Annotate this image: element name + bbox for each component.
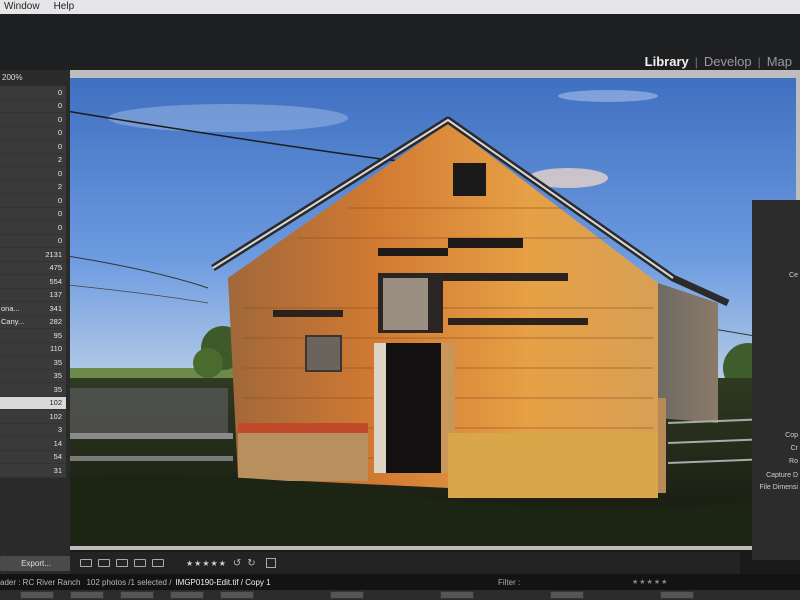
list-item[interactable]: 35	[0, 356, 66, 370]
list-item[interactable]: 2	[0, 180, 66, 194]
menu-help[interactable]: Help	[54, 0, 75, 14]
module-separator: |	[757, 54, 761, 69]
module-separator: |	[694, 54, 698, 69]
folder-count-list: 0 0 0 0 0 2 0 2 0 0 0 0 2131 475 554 137…	[0, 86, 66, 478]
rotate-right-icon[interactable]: ↻	[247, 558, 255, 569]
list-item[interactable]: 102	[0, 410, 66, 424]
list-item-selected[interactable]: 102	[0, 396, 66, 410]
list-item[interactable]: 0	[0, 167, 66, 181]
list-item[interactable]: 2	[0, 153, 66, 167]
list-item[interactable]: 554	[0, 275, 66, 289]
metadata-label: Ce	[789, 272, 798, 279]
loupe-view-icon[interactable]	[98, 559, 110, 567]
compare-view-icon[interactable]	[116, 559, 128, 567]
metadata-label: Ro	[789, 458, 798, 465]
list-item[interactable]: 475	[0, 261, 66, 275]
list-item[interactable]: 0	[0, 113, 66, 127]
list-item[interactable]: 95	[0, 329, 66, 343]
filmstrip-thumbnail[interactable]	[120, 591, 154, 599]
menu-window[interactable]: Window	[4, 0, 40, 14]
list-item[interactable]: 54	[0, 450, 66, 464]
library-toolbar: ★★★★★ ↺ ↻	[70, 552, 740, 574]
photo-count: 102 photos /1 selected /	[86, 577, 172, 587]
filmstrip-info-bar: ader : RC River Ranch 102 photos /1 sele…	[0, 574, 800, 590]
metadata-label: Cop	[785, 432, 798, 439]
source-folder[interactable]: ader : RC River Ranch	[0, 578, 80, 587]
list-item[interactable]: 0	[0, 126, 66, 140]
list-item[interactable]: 31	[0, 464, 66, 478]
list-item[interactable]: 0	[0, 234, 66, 248]
list-item[interactable]: 0	[0, 194, 66, 208]
list-item[interactable]: 35	[0, 383, 66, 397]
barn-photo-graphic	[48, 78, 796, 546]
filmstrip-thumbnail[interactable]	[550, 591, 584, 599]
grid-view-icon[interactable]	[80, 559, 92, 567]
list-item[interactable]: 110	[0, 342, 66, 356]
filmstrip	[0, 590, 800, 600]
filmstrip-thumbnail[interactable]	[170, 591, 204, 599]
list-item[interactable]: 0	[0, 99, 66, 113]
list-item[interactable]: 0	[0, 221, 66, 235]
module-picker-bar: Library | Develop | Map	[0, 14, 800, 74]
list-item[interactable]: 137	[0, 288, 66, 302]
selected-filename: IMGP0190-Edit.tif / Copy 1	[175, 577, 271, 587]
module-map[interactable]: Map	[767, 54, 792, 69]
rating-stars[interactable]: ★★★★★	[186, 559, 227, 568]
list-item[interactable]: 0	[0, 140, 66, 154]
list-item[interactable]: ona... 341	[0, 302, 66, 316]
people-view-icon[interactable]	[152, 559, 164, 567]
navigator-zoom-level[interactable]: 200%	[2, 73, 22, 82]
list-item[interactable]: 3	[0, 423, 66, 437]
metadata-label: Cr	[790, 445, 798, 452]
lightroom-window: Window Help Library | Develop | Map 200%…	[0, 0, 800, 600]
filmstrip-thumbnail[interactable]	[330, 591, 364, 599]
module-library[interactable]: Library	[645, 54, 689, 69]
module-develop[interactable]: Develop	[704, 54, 752, 69]
os-menu-bar: Window Help	[0, 0, 800, 14]
list-item[interactable]: 2131	[0, 248, 66, 262]
metadata-label: File Dimensi	[759, 484, 798, 491]
list-item[interactable]: 0	[0, 207, 66, 221]
export-button[interactable]: Export...	[0, 556, 72, 571]
list-item[interactable]: Cany... 282	[0, 315, 66, 329]
left-panel: 200% 0 0 0 0 0 2 0 2 0 0 0 0 2131 475 55…	[0, 70, 70, 575]
right-panel: Ce Cop Cr Ro Capture D File Dimensi	[752, 200, 800, 560]
filmstrip-thumbnail[interactable]	[70, 591, 104, 599]
module-switcher: Library | Develop | Map	[645, 54, 792, 69]
filter-rating-stars[interactable]: ★★★★★	[632, 578, 668, 586]
filmstrip-thumbnail[interactable]	[220, 591, 254, 599]
list-item[interactable]: 35	[0, 369, 66, 383]
filmstrip-thumbnail[interactable]	[660, 591, 694, 599]
rotate-left-icon[interactable]: ↺	[233, 558, 241, 569]
list-item[interactable]: 14	[0, 437, 66, 451]
survey-view-icon[interactable]	[134, 559, 146, 567]
filmstrip-thumbnail[interactable]	[20, 591, 54, 599]
filter-label[interactable]: Filter :	[498, 578, 520, 587]
crop-overlay-icon[interactable]	[265, 558, 276, 568]
barn-photo[interactable]	[48, 78, 796, 546]
filmstrip-thumbnail[interactable]	[440, 591, 474, 599]
list-item[interactable]: 0	[0, 86, 66, 100]
metadata-label: Capture D	[766, 472, 798, 479]
